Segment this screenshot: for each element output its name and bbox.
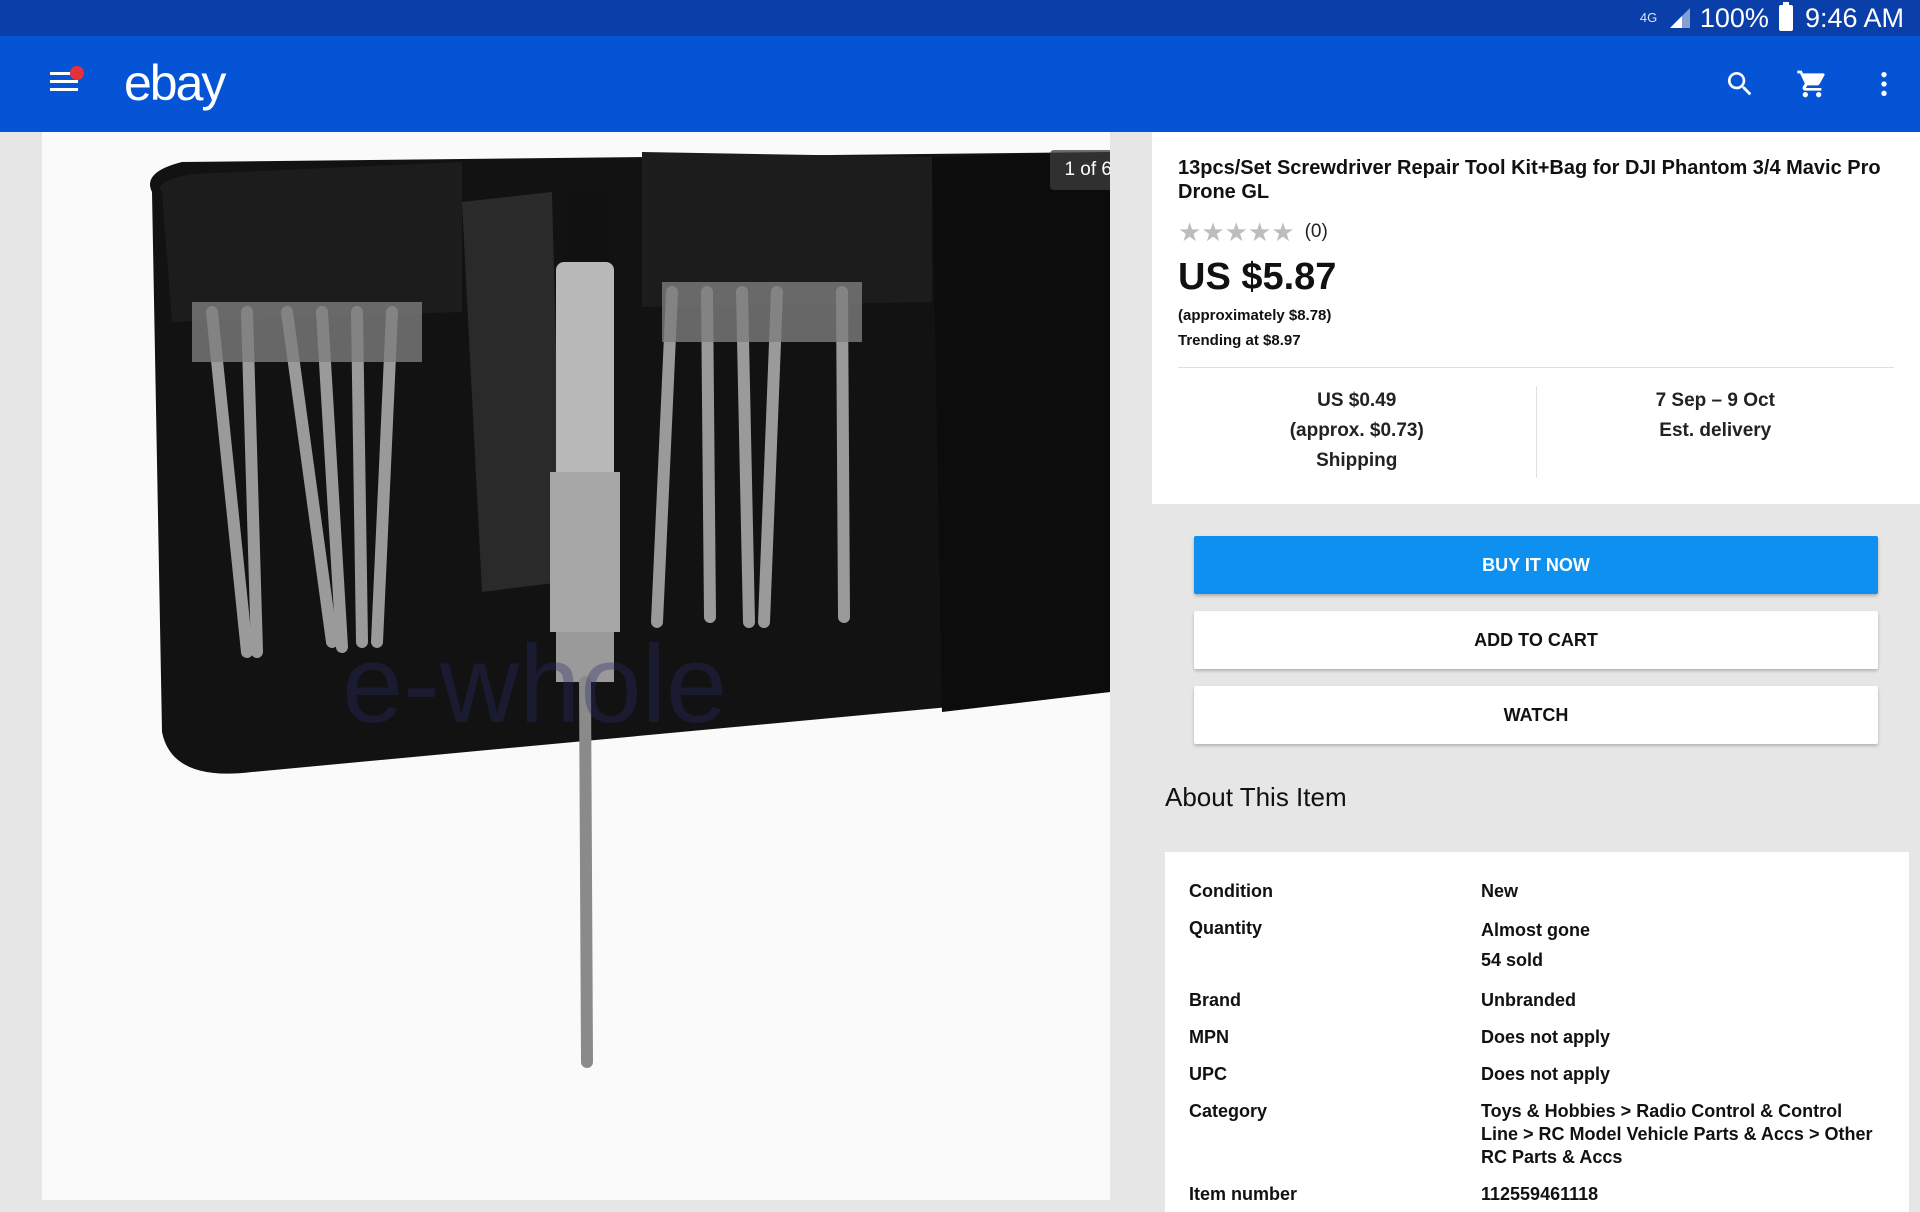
about-item-card: Condition New Quantity Almost gone 54 so… [1165, 852, 1909, 1212]
ebay-logo[interactable]: ebay [124, 54, 226, 112]
product-image: e-whole [150, 152, 1110, 1068]
photo-counter: 1 of 6 [1050, 150, 1110, 190]
star-icon: ★ [1271, 217, 1295, 247]
spec-key: Category [1189, 1101, 1268, 1121]
item-title: 13pcs/Set Screwdriver Repair Tool Kit+Ba… [1178, 157, 1881, 203]
spec-value: Does not apply [1481, 1027, 1611, 1047]
more-vert-icon[interactable] [1848, 48, 1920, 120]
search-icon[interactable] [1704, 48, 1776, 120]
spec-key: UPC [1189, 1064, 1228, 1084]
spec-row: Quantity Almost gone 54 sold [1189, 917, 1885, 975]
about-heading: About This Item [1165, 782, 1347, 812]
notification-dot [70, 66, 84, 80]
divider [1178, 367, 1894, 368]
buy-it-now-button[interactable]: BUY IT NOW [1194, 536, 1878, 594]
network-type: 4G [1639, 10, 1658, 25]
shipping-cost[interactable]: US $0.49 (approx. $0.73) Shipping [1178, 386, 1537, 478]
spec-key: MPN [1189, 1027, 1229, 1047]
trending-price: Trending at $8.97 [1178, 332, 1301, 349]
spec-row: Category Toys & Hobbies > Radio Control … [1189, 1100, 1885, 1169]
add-to-cart-button[interactable]: ADD TO CART [1194, 611, 1878, 669]
star-icon: ★ [1178, 217, 1202, 247]
shipping-label: Shipping [1316, 450, 1398, 471]
menu-icon[interactable] [50, 66, 84, 96]
shipping-cost-approx: (approx. $0.73) [1289, 420, 1424, 441]
spec-row: Condition New [1189, 880, 1885, 903]
item-info-card: 13pcs/Set Screwdriver Repair Tool Kit+Ba… [1152, 132, 1920, 504]
shipping-row: US $0.49 (approx. $0.73) Shipping 7 Sep … [1178, 386, 1894, 478]
spec-key: Quantity [1189, 918, 1263, 938]
star-icon: ★ [1224, 217, 1248, 247]
watermark-text: e-whole [342, 623, 727, 746]
app-bar: ebay [0, 36, 1920, 132]
delivery-estimate[interactable]: 7 Sep – 9 Oct Est. delivery [1537, 386, 1895, 478]
shipping-cost-value: US $0.49 [1317, 390, 1397, 411]
spec-value: New [1481, 881, 1519, 901]
rating[interactable]: ★ ★ ★ ★ ★ (0) [1178, 217, 1894, 247]
signal-icon [1668, 6, 1692, 30]
spec-row: Brand Unbranded [1189, 989, 1885, 1012]
spec-value: Does not apply [1481, 1064, 1611, 1084]
spec-value: Unbranded [1481, 990, 1577, 1010]
action-buttons: BUY IT NOW ADD TO CART WATCH [1152, 504, 1920, 744]
spec-value: 112559461118 [1481, 1184, 1599, 1204]
cart-icon[interactable] [1776, 48, 1848, 120]
spec-value: Almost gone 54 sold [1481, 920, 1591, 970]
item-price: US $5.87 [1178, 256, 1337, 298]
watch-button[interactable]: WATCH [1194, 686, 1878, 744]
star-icon: ★ [1201, 217, 1225, 247]
spec-row: UPC Does not apply [1189, 1063, 1885, 1086]
star-icon: ★ [1247, 217, 1272, 247]
category-link[interactable]: Toys & Hobbies > Radio Control & Control… [1481, 1100, 1881, 1169]
status-bar: 4G 100% 9:46 AM [0, 0, 1920, 36]
clock: 9:46 AM [1804, 2, 1904, 33]
spec-key: Condition [1189, 881, 1273, 901]
spec-key: Item number [1189, 1184, 1298, 1204]
delivery-label: Est. delivery [1659, 420, 1772, 441]
battery-icon [1778, 2, 1793, 31]
spec-row: MPN Does not apply [1189, 1026, 1885, 1049]
rating-count: (0) [1304, 221, 1328, 242]
battery-percent: 100% [1699, 2, 1769, 33]
approx-price: (approximately $8.78) [1178, 307, 1332, 324]
delivery-dates: 7 Sep – 9 Oct [1655, 390, 1775, 411]
spec-key: Brand [1189, 990, 1242, 1010]
spec-row: Item number 112559461118 [1189, 1183, 1885, 1206]
product-image-gallery[interactable]: e-whole 1 of 6 [42, 132, 1110, 1200]
item-details-panel: 13pcs/Set Screwdriver Repair Tool Kit+Ba… [1152, 132, 1920, 813]
